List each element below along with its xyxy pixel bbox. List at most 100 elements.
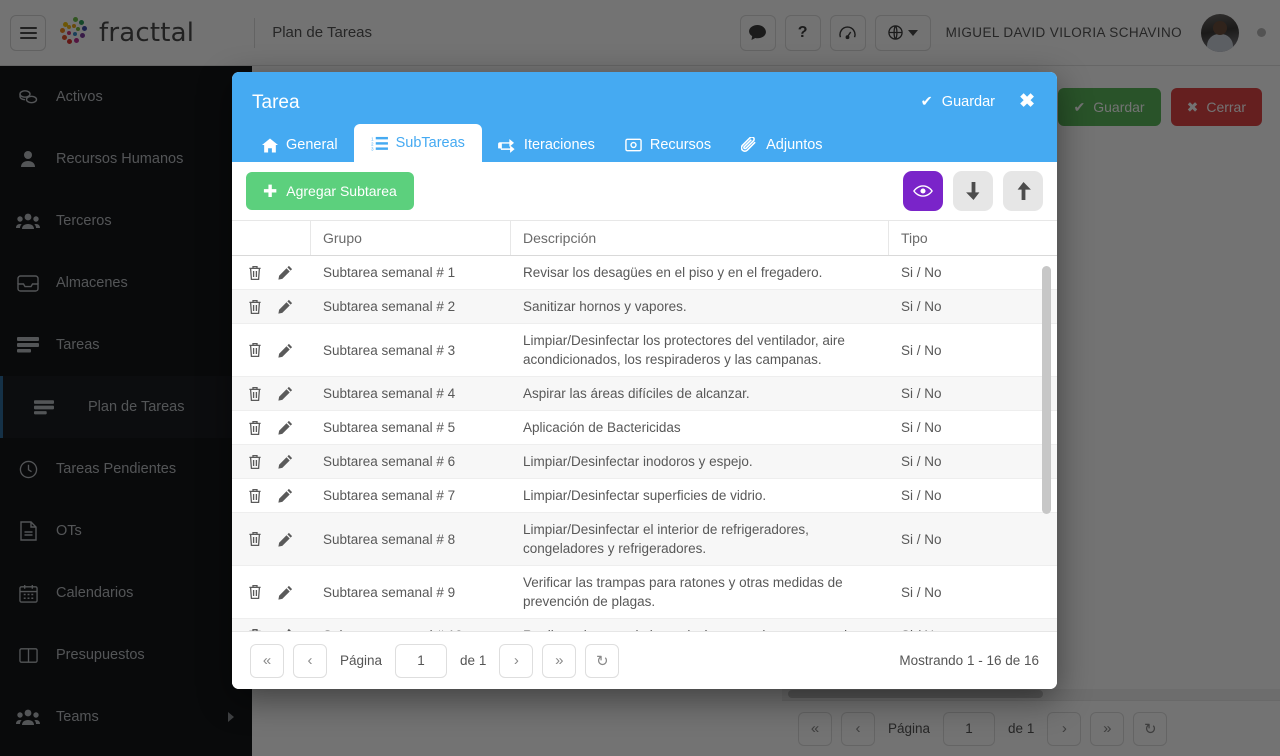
showing-count-label: Mostrando 1 - 16 de 16 bbox=[899, 653, 1039, 668]
first-page-button[interactable]: « bbox=[250, 643, 284, 678]
table-row[interactable]: Subtarea semanal # 10Realizar el manteni… bbox=[232, 619, 1057, 631]
row-actions bbox=[232, 335, 311, 365]
plus-icon: ✚ bbox=[263, 181, 278, 201]
page-label: Página bbox=[340, 653, 383, 668]
row-actions bbox=[232, 413, 311, 443]
edit-pencil-icon[interactable] bbox=[278, 532, 293, 547]
table-scrollbar-thumb[interactable] bbox=[1042, 266, 1051, 514]
cell-tipo: Si / No bbox=[901, 342, 942, 358]
edit-pencil-icon[interactable] bbox=[278, 265, 293, 280]
cell-descripcion: Limpiar/Desinfectar inodoros y espejo. bbox=[523, 454, 753, 469]
svg-text:3: 3 bbox=[371, 146, 374, 150]
table-row[interactable]: Subtarea semanal # 7 Limpiar/Desinfectar … bbox=[232, 479, 1057, 513]
edit-pencil-icon[interactable] bbox=[278, 386, 293, 401]
add-subtarea-label: Agregar Subtarea bbox=[286, 183, 397, 199]
delete-icon[interactable] bbox=[248, 299, 262, 315]
edit-pencil-icon[interactable] bbox=[278, 585, 293, 600]
cell-grupo: Subtarea semanal # 10 bbox=[311, 619, 511, 631]
modal-save-button[interactable]: ✔ Guardar bbox=[921, 94, 995, 110]
last-page-button[interactable]: » bbox=[542, 643, 577, 678]
tab-subtareas[interactable]: 1 2 3 SubTareas bbox=[353, 124, 482, 162]
add-subtarea-button[interactable]: ✚ Agregar Subtarea bbox=[246, 172, 414, 210]
cell-grupo: Subtarea semanal # 9 bbox=[323, 584, 456, 600]
delete-icon[interactable] bbox=[248, 265, 262, 281]
cell-grupo: Subtarea semanal # 7 bbox=[323, 488, 456, 503]
page-input[interactable] bbox=[395, 643, 448, 678]
col-tipo: Tipo bbox=[901, 230, 928, 246]
tab-iteraciones[interactable]: Iteraciones bbox=[484, 128, 609, 162]
edit-pencil-icon[interactable] bbox=[278, 454, 293, 469]
ordered-list-icon: 1 2 3 bbox=[371, 136, 388, 151]
refresh-button[interactable]: ↻ bbox=[585, 643, 620, 678]
cell-tipo: Si / No bbox=[901, 454, 942, 469]
delete-icon[interactable] bbox=[248, 531, 262, 547]
prev-page-button[interactable]: ‹ bbox=[293, 643, 327, 678]
cell-grupo: Subtarea semanal # 4 bbox=[323, 386, 456, 401]
table-row[interactable]: Subtarea semanal # 2 Sanitizar hornos y v… bbox=[232, 290, 1057, 324]
tab-label: General bbox=[286, 137, 338, 153]
cell-descripcion: Aspirar las áreas difíciles de alcanzar. bbox=[523, 386, 750, 401]
cell-descripcion: Aplicación de Bactericidas bbox=[523, 420, 681, 435]
next-page-button[interactable]: › bbox=[499, 643, 534, 678]
edit-pencil-icon[interactable] bbox=[278, 628, 293, 631]
move-up-button[interactable] bbox=[1003, 171, 1043, 211]
cell-tipo: Si / No bbox=[901, 265, 942, 280]
cell-descripcion: Realizar el mantenimiento de áreas verde… bbox=[511, 619, 889, 631]
repeat-icon bbox=[498, 138, 515, 153]
cell-grupo: Subtarea semanal # 8 bbox=[323, 531, 456, 547]
move-down-button[interactable] bbox=[953, 171, 993, 211]
delete-icon[interactable] bbox=[248, 342, 262, 358]
edit-pencil-icon[interactable] bbox=[278, 488, 293, 503]
edit-pencil-icon[interactable] bbox=[278, 343, 293, 358]
tab-label: Adjuntos bbox=[766, 137, 823, 153]
delete-icon[interactable] bbox=[248, 454, 262, 470]
col-actions bbox=[232, 221, 311, 255]
table-row[interactable]: Subtarea semanal # 3 Limpiar/Desinfectar … bbox=[232, 324, 1057, 377]
subtareas-table-body: Subtarea semanal # 1 Revisar los desagües… bbox=[232, 256, 1057, 631]
delete-icon[interactable] bbox=[248, 488, 262, 504]
preview-eye-button[interactable] bbox=[903, 171, 943, 211]
arrow-up-icon bbox=[1017, 182, 1031, 200]
cell-descripcion: Revisar los desagües en el piso y en el … bbox=[523, 265, 823, 280]
edit-pencil-icon[interactable] bbox=[278, 299, 293, 314]
cell-descripcion: Sanitizar hornos y vapores. bbox=[523, 299, 687, 314]
cell-descripcion: Limpiar/Desinfectar superficies de vidri… bbox=[523, 488, 767, 503]
modal-pagination: « ‹ Página de 1 › » ↻ Mostrando 1 - 16 d… bbox=[232, 631, 1057, 689]
table-row[interactable]: Subtarea semanal # 5 Aplicación de Bacter… bbox=[232, 411, 1057, 445]
tab-general[interactable]: General bbox=[248, 128, 352, 162]
table-row[interactable]: Subtarea semanal # 6 Limpiar/Desinfectar … bbox=[232, 445, 1057, 479]
tab-label: Iteraciones bbox=[523, 137, 595, 153]
row-actions bbox=[232, 524, 311, 554]
cell-tipo: Si / No bbox=[901, 386, 942, 401]
modal-tabs: General 1 2 3 SubTareas Iteraciones Recu… bbox=[248, 124, 837, 162]
row-actions bbox=[232, 481, 311, 511]
tab-label: SubTareas bbox=[395, 135, 465, 151]
tab-recursos[interactable]: Recursos bbox=[611, 128, 725, 162]
table-row[interactable]: Subtarea semanal # 9 Verificar las trampa… bbox=[232, 566, 1057, 619]
table-row[interactable]: Subtarea semanal # 4 Aspirar las áreas di… bbox=[232, 377, 1057, 411]
delete-icon[interactable] bbox=[248, 420, 262, 436]
cell-tipo: Si / No bbox=[901, 299, 942, 314]
table-row[interactable]: Subtarea semanal # 1 Revisar los desagües… bbox=[232, 256, 1057, 290]
delete-icon[interactable] bbox=[248, 386, 262, 402]
edit-pencil-icon[interactable] bbox=[278, 420, 293, 435]
money-icon bbox=[625, 138, 642, 152]
modal-save-label: Guardar bbox=[941, 94, 995, 110]
tab-adjuntos[interactable]: Adjuntos bbox=[727, 128, 836, 162]
delete-icon[interactable] bbox=[248, 584, 262, 600]
row-actions bbox=[232, 379, 311, 409]
modal-tool-buttons bbox=[903, 171, 1043, 211]
delete-icon[interactable] bbox=[248, 628, 262, 631]
check-icon: ✔ bbox=[920, 94, 933, 110]
svg-text:1: 1 bbox=[371, 136, 374, 141]
modal-toolbar: ✚ Agregar Subtarea bbox=[232, 162, 1057, 220]
paperclip-icon bbox=[741, 137, 756, 152]
cell-descripcion: Limpiar/Desinfectar el interior de refri… bbox=[523, 522, 809, 556]
table-row[interactable]: Subtarea semanal # 8 Limpiar/Desinfectar … bbox=[232, 513, 1057, 566]
page-of-label: de 1 bbox=[460, 653, 487, 668]
cell-grupo: Subtarea semanal # 5 bbox=[323, 420, 456, 435]
cell-tipo: Si / No bbox=[901, 488, 942, 503]
tab-label: Recursos bbox=[649, 137, 712, 153]
modal-close-button[interactable]: ✖ bbox=[1019, 92, 1035, 111]
row-actions bbox=[232, 577, 311, 607]
